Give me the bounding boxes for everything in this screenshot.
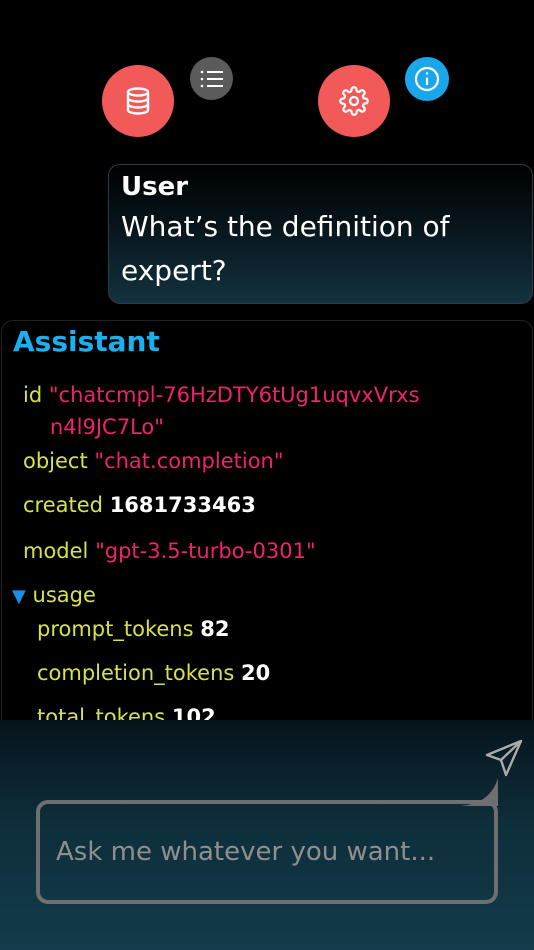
field-id: id "chatcmpl-76HzDTY6tUg1uqvxVrxs: [23, 379, 420, 411]
field-created-key: created: [23, 493, 103, 517]
usage-collapse-toggle-icon[interactable]: ▼: [12, 586, 26, 607]
gear-icon: [339, 86, 369, 116]
send-button[interactable]: [484, 738, 524, 778]
list-icon: [200, 70, 223, 87]
info-button[interactable]: [405, 57, 449, 101]
field-model-key: model: [23, 539, 89, 563]
assistant-message-bubble: Assistant id "chatcmpl-76HzDTY6tUg1uqvxV…: [1, 320, 533, 740]
info-icon: [414, 66, 440, 92]
field-prompt-tokens: prompt_tokens 82: [37, 613, 229, 645]
message-input-box[interactable]: [36, 800, 498, 904]
user-message-text: What’s the definition of expert?: [121, 210, 450, 287]
field-id-value-line1: "chatcmpl-76HzDTY6tUg1uqvxVrxs: [48, 383, 420, 407]
message-input[interactable]: [54, 836, 480, 868]
field-usage-key: usage: [32, 583, 96, 607]
database-icon: [126, 87, 150, 115]
field-object-key: object: [23, 449, 88, 473]
field-completion-tokens: completion_tokens 20: [37, 657, 270, 689]
list-button[interactable]: [190, 57, 233, 100]
assistant-role-label: Assistant: [13, 325, 160, 358]
field-created-value: 1681733463: [109, 493, 256, 517]
field-created: created 1681733463: [23, 489, 256, 521]
field-id-key: id: [23, 383, 43, 407]
field-id-value-line2: n4l9JC7Lo": [50, 415, 164, 439]
message-composer: [0, 720, 534, 950]
field-object-value: "chat.completion": [94, 449, 284, 473]
field-usage[interactable]: ▼ usage: [12, 579, 96, 613]
field-prompt-tokens-key: prompt_tokens: [37, 617, 194, 641]
field-completion-tokens-key: completion_tokens: [37, 661, 235, 685]
database-button[interactable]: [102, 65, 174, 137]
settings-button[interactable]: [318, 65, 390, 137]
field-prompt-tokens-value: 82: [200, 617, 230, 641]
user-message-bubble: User What’s the definition of expert?: [108, 164, 533, 304]
user-role-label: User: [121, 172, 189, 202]
field-model-value: "gpt-3.5-turbo-0301": [95, 539, 316, 563]
field-id-continued: n4l9JC7Lo": [50, 411, 164, 443]
field-object: object "chat.completion": [23, 445, 284, 477]
chat-screen: User What’s the definition of expert? As…: [0, 0, 534, 950]
send-icon: [485, 739, 523, 777]
field-model: model "gpt-3.5-turbo-0301": [23, 535, 316, 567]
field-completion-tokens-value: 20: [241, 661, 271, 685]
